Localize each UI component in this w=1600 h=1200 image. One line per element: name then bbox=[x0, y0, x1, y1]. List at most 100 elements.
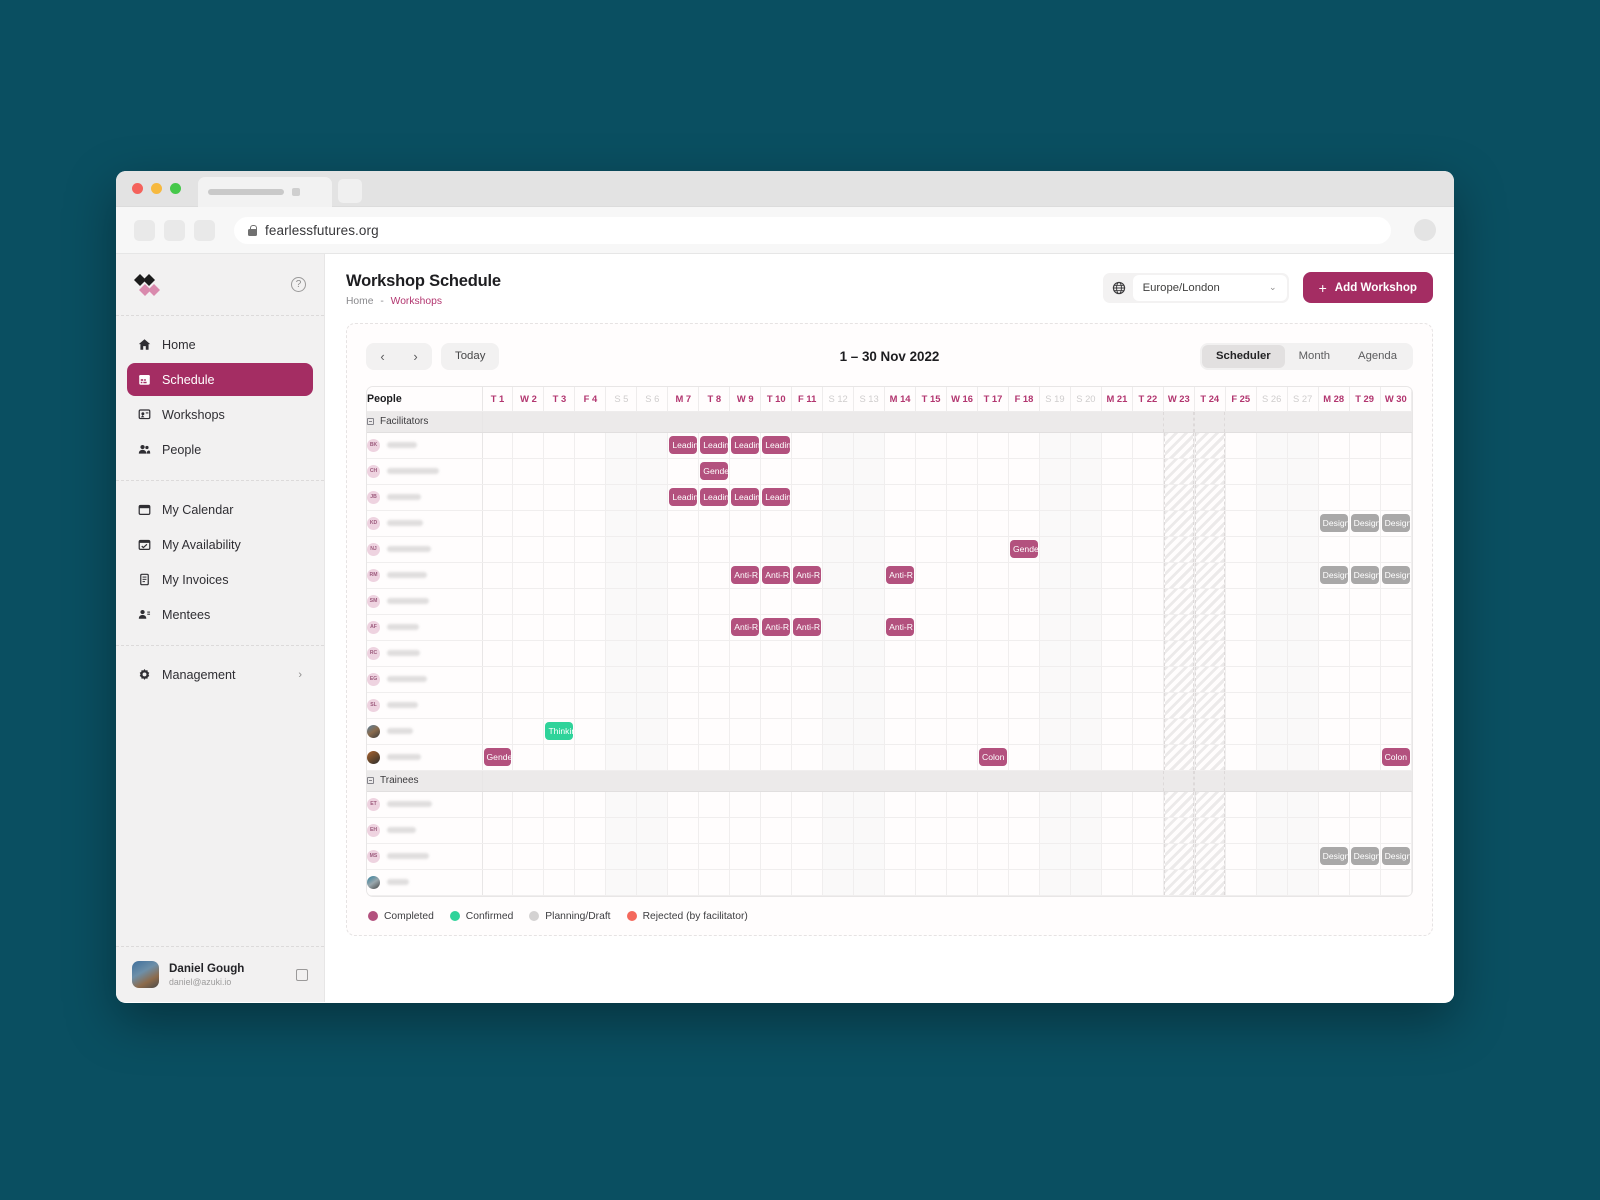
schedule-cell[interactable] bbox=[1039, 718, 1070, 744]
schedule-cell[interactable] bbox=[792, 718, 823, 744]
schedule-cell[interactable] bbox=[637, 510, 668, 536]
schedule-cell[interactable] bbox=[730, 843, 761, 869]
schedule-cell[interactable] bbox=[544, 817, 575, 843]
table-row[interactable]: Thinking bbox=[367, 718, 1412, 744]
schedule-cell[interactable] bbox=[978, 817, 1009, 843]
schedule-cell[interactable] bbox=[1380, 718, 1411, 744]
event-chip[interactable]: Design bbox=[1382, 847, 1410, 865]
schedule-cell[interactable] bbox=[792, 510, 823, 536]
schedule-cell[interactable] bbox=[823, 692, 854, 718]
schedule-cell[interactable] bbox=[978, 666, 1009, 692]
schedule-cell[interactable] bbox=[1101, 869, 1132, 895]
event-chip[interactable]: Leading bbox=[731, 436, 759, 454]
schedule-cell[interactable] bbox=[1070, 510, 1101, 536]
table-row[interactable]: RC bbox=[367, 640, 1412, 666]
person-cell[interactable]: EH bbox=[367, 817, 482, 843]
schedule-cell[interactable] bbox=[513, 614, 544, 640]
schedule-cell[interactable] bbox=[513, 484, 544, 510]
schedule-cell[interactable] bbox=[916, 562, 947, 588]
minimize-window-button[interactable] bbox=[151, 183, 162, 194]
schedule-cell[interactable] bbox=[792, 484, 823, 510]
table-row[interactable]: RMAnti-RAnti-RAnti-RAnti-RDesignDesignDe… bbox=[367, 562, 1412, 588]
event-chip[interactable]: Anti-R bbox=[793, 566, 821, 584]
schedule-cell[interactable] bbox=[1039, 817, 1070, 843]
schedule-cell[interactable] bbox=[792, 817, 823, 843]
day-header[interactable]: T 10 bbox=[761, 387, 792, 411]
schedule-cell[interactable] bbox=[792, 432, 823, 458]
schedule-cell[interactable] bbox=[1256, 692, 1287, 718]
schedule-cell[interactable] bbox=[1194, 817, 1225, 843]
table-row[interactable]: EG bbox=[367, 666, 1412, 692]
person-cell[interactable]: AF bbox=[367, 614, 482, 640]
event-chip[interactable]: Design bbox=[1320, 514, 1348, 532]
day-header[interactable]: S 26 bbox=[1256, 387, 1287, 411]
schedule-cell[interactable] bbox=[1225, 666, 1256, 692]
schedule-cell[interactable] bbox=[1132, 458, 1163, 484]
schedule-cell[interactable] bbox=[916, 484, 947, 510]
schedule-cell[interactable] bbox=[1101, 588, 1132, 614]
schedule-cell[interactable] bbox=[482, 692, 513, 718]
schedule-cell[interactable] bbox=[1070, 614, 1101, 640]
schedule-cell[interactable] bbox=[1132, 588, 1163, 614]
sidebar-item-mentees[interactable]: Mentees bbox=[127, 598, 313, 631]
schedule-cell[interactable] bbox=[1070, 458, 1101, 484]
table-row[interactable]: EH bbox=[367, 817, 1412, 843]
schedule-cell[interactable] bbox=[823, 843, 854, 869]
event-chip[interactable]: Leading bbox=[700, 436, 728, 454]
event-chip[interactable]: Gender bbox=[484, 748, 512, 766]
schedule-cell[interactable] bbox=[947, 510, 978, 536]
tab-agenda[interactable]: Agenda bbox=[1344, 345, 1411, 368]
event-chip[interactable]: Leading bbox=[700, 488, 728, 506]
schedule-cell[interactable] bbox=[513, 640, 544, 666]
schedule-cell[interactable] bbox=[699, 536, 730, 562]
schedule-cell[interactable] bbox=[1101, 432, 1132, 458]
schedule-cell[interactable] bbox=[668, 817, 699, 843]
day-header[interactable]: T 22 bbox=[1132, 387, 1163, 411]
event-chip[interactable]: Design bbox=[1351, 847, 1379, 865]
sidebar-item-my-invoices[interactable]: My Invoices bbox=[127, 563, 313, 596]
next-period-button[interactable]: › bbox=[399, 343, 432, 370]
schedule-cell[interactable] bbox=[1380, 614, 1411, 640]
schedule-cell[interactable]: Anti-R bbox=[730, 614, 761, 640]
schedule-cell[interactable] bbox=[544, 614, 575, 640]
schedule-cell[interactable] bbox=[1101, 510, 1132, 536]
schedule-cell[interactable] bbox=[575, 640, 606, 666]
url-input[interactable]: fearlessfutures.org bbox=[234, 217, 1391, 244]
schedule-cell[interactable] bbox=[668, 843, 699, 869]
schedule-cell[interactable] bbox=[575, 666, 606, 692]
schedule-cell[interactable] bbox=[1039, 458, 1070, 484]
schedule-cell[interactable] bbox=[1070, 588, 1101, 614]
schedule-cell[interactable] bbox=[668, 692, 699, 718]
day-header[interactable]: M 28 bbox=[1318, 387, 1349, 411]
day-header[interactable]: T 17 bbox=[978, 387, 1009, 411]
schedule-cell[interactable] bbox=[699, 510, 730, 536]
group-row[interactable]: Facilitators bbox=[367, 411, 1412, 432]
schedule-cell[interactable] bbox=[1163, 666, 1194, 692]
schedule-cell[interactable] bbox=[668, 791, 699, 817]
schedule-cell[interactable] bbox=[1349, 817, 1380, 843]
day-header[interactable]: W 30 bbox=[1380, 387, 1411, 411]
schedule-cell[interactable] bbox=[885, 718, 916, 744]
schedule-cell[interactable] bbox=[823, 458, 854, 484]
schedule-cell[interactable] bbox=[482, 817, 513, 843]
schedule-cell[interactable] bbox=[1163, 510, 1194, 536]
schedule-cell[interactable] bbox=[513, 869, 544, 895]
day-header[interactable]: W 23 bbox=[1163, 387, 1194, 411]
schedule-cell[interactable] bbox=[606, 640, 637, 666]
schedule-cell[interactable] bbox=[978, 843, 1009, 869]
schedule-cell[interactable]: Leading bbox=[699, 432, 730, 458]
schedule-cell[interactable] bbox=[885, 744, 916, 770]
schedule-cell[interactable] bbox=[575, 458, 606, 484]
schedule-cell[interactable] bbox=[482, 614, 513, 640]
schedule-cell[interactable] bbox=[482, 536, 513, 562]
schedule-cell[interactable] bbox=[1132, 791, 1163, 817]
schedule-cell[interactable] bbox=[513, 817, 544, 843]
schedule-cell[interactable] bbox=[575, 588, 606, 614]
schedule-cell[interactable] bbox=[637, 614, 668, 640]
schedule-cell[interactable] bbox=[1163, 718, 1194, 744]
schedule-cell[interactable] bbox=[1349, 536, 1380, 562]
schedule-cell[interactable] bbox=[823, 510, 854, 536]
schedule-cell[interactable] bbox=[947, 791, 978, 817]
schedule-cell[interactable] bbox=[699, 692, 730, 718]
schedule-cell[interactable] bbox=[1256, 744, 1287, 770]
